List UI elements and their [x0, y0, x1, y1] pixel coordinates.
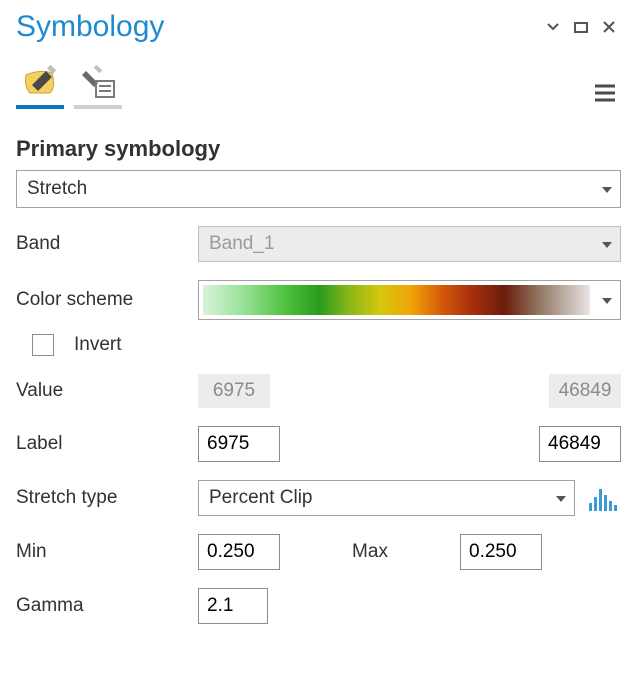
gamma-label: Gamma [16, 595, 188, 617]
min-label: Min [16, 541, 188, 563]
band-label: Band [16, 233, 188, 255]
gamma-input[interactable] [198, 588, 268, 624]
menu-button[interactable] [589, 77, 621, 109]
tab-primary-symbology[interactable] [16, 61, 64, 109]
value-max-readonly: 46849 [549, 374, 621, 408]
symbology-type-select[interactable]: Stretch [16, 170, 621, 208]
invert-label: Invert [74, 334, 122, 356]
close-icon [602, 20, 616, 34]
chevron-down-icon [602, 242, 612, 248]
collapse-button[interactable] [541, 15, 565, 39]
stretch-type-value: Percent Clip [209, 487, 313, 509]
pane-title: Symbology [16, 10, 537, 44]
band-select[interactable]: Band_1 [198, 226, 621, 262]
histogram-button[interactable] [585, 480, 621, 516]
label-min-input[interactable] [198, 426, 280, 462]
min-input[interactable] [198, 534, 280, 570]
tab-row [16, 54, 621, 110]
max-input[interactable] [460, 534, 542, 570]
value-min-readonly: 6975 [198, 374, 270, 408]
tab-advanced-symbology[interactable] [74, 61, 122, 109]
brush-list-icon [80, 65, 116, 101]
invert-checkbox[interactable] [32, 334, 54, 356]
color-ramp-preview [203, 285, 590, 315]
color-scheme-label: Color scheme [16, 289, 188, 311]
label-label: Label [16, 433, 188, 455]
chevron-down-icon [602, 298, 612, 304]
stretch-type-label: Stretch type [16, 487, 188, 509]
max-label: Max [290, 541, 450, 563]
section-title: Primary symbology [16, 136, 621, 162]
value-label: Value [16, 380, 188, 402]
color-scheme-select[interactable] [198, 280, 621, 320]
chevron-down-icon [602, 187, 612, 193]
stretch-type-select[interactable]: Percent Clip [198, 480, 575, 516]
close-button[interactable] [597, 15, 621, 39]
chevron-down-icon [556, 496, 566, 502]
band-value: Band_1 [209, 233, 275, 255]
histogram-icon [589, 503, 592, 511]
hamburger-icon [594, 84, 616, 102]
float-button[interactable] [569, 15, 593, 39]
pane-header: Symbology [16, 0, 621, 50]
label-max-input[interactable] [539, 426, 621, 462]
brush-layer-icon [22, 65, 58, 101]
window-icon [574, 20, 588, 34]
symbology-type-value: Stretch [27, 178, 87, 200]
chevron-down-icon [546, 20, 560, 34]
